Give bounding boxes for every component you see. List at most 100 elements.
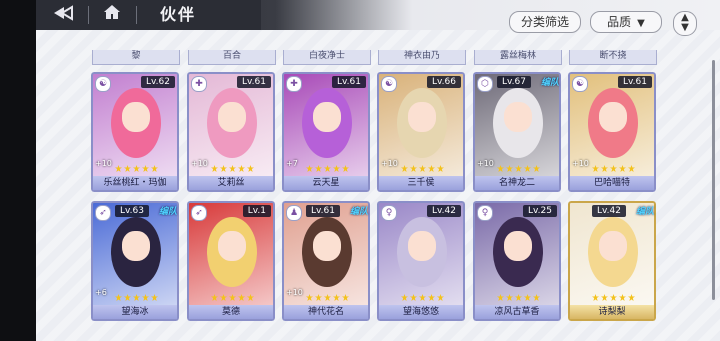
star-icon bbox=[211, 165, 218, 172]
star-rating bbox=[115, 165, 173, 172]
star-icon bbox=[315, 294, 322, 301]
partner-card[interactable]: ✚ Lv.61 +10 艾莉丝 bbox=[187, 72, 275, 192]
partner-card[interactable]: ➶ Lv.1 莫德 bbox=[187, 201, 275, 321]
level-badge: Lv.61 bbox=[237, 76, 271, 88]
star-rating bbox=[211, 165, 269, 172]
home-icon[interactable] bbox=[98, 4, 126, 26]
element-icon: ⬡ bbox=[477, 76, 493, 92]
partner-card[interactable]: ⬡ Lv.67 编队 +10 名神龙二 bbox=[473, 72, 561, 192]
level-badge: Lv.42 bbox=[427, 205, 461, 217]
star-icon bbox=[419, 165, 426, 172]
enhance-level: +10 bbox=[381, 159, 398, 168]
partner-card[interactable]: ☯ Lv.62 +10 乐丝桃红・玛伽 bbox=[91, 72, 179, 192]
star-icon bbox=[342, 294, 349, 301]
enhance-level: +6 bbox=[95, 288, 107, 297]
partner-name: 凉风古草香 bbox=[475, 305, 559, 319]
partner-name: 艾莉丝 bbox=[189, 176, 273, 190]
level-badge: Lv.61 bbox=[306, 205, 340, 217]
scrollbar[interactable] bbox=[712, 60, 715, 300]
partner-card-partial[interactable]: 露丝梅林 bbox=[474, 50, 562, 65]
team-badge: 编队 bbox=[349, 207, 368, 217]
star-rating bbox=[497, 165, 555, 172]
star-icon bbox=[124, 165, 131, 172]
star-rating bbox=[401, 165, 459, 172]
element-icon: ✚ bbox=[286, 76, 302, 92]
element-icon: ☯ bbox=[381, 76, 397, 92]
star-icon bbox=[115, 294, 122, 301]
level-badge: Lv.63 bbox=[115, 205, 149, 217]
partner-card[interactable]: ➶ Lv.63 编队 +6 望海冰 bbox=[91, 201, 179, 321]
quality-label: 品质 bbox=[607, 15, 632, 29]
back-arrow-icon[interactable] bbox=[48, 5, 78, 25]
partner-card-partial[interactable]: 黎 bbox=[92, 50, 180, 65]
enhance-level: +10 bbox=[477, 159, 494, 168]
level-badge: Lv.42 bbox=[592, 205, 626, 217]
star-icon bbox=[410, 294, 417, 301]
partner-name: 乐丝桃红・玛伽 bbox=[93, 176, 177, 190]
element-icon: ✚ bbox=[191, 76, 207, 92]
partner-card[interactable]: ♀ Lv.25 凉风古草香 bbox=[473, 201, 561, 321]
star-rating bbox=[592, 165, 650, 172]
partner-card-partial[interactable]: 白夜净士 bbox=[283, 50, 371, 65]
star-icon bbox=[124, 294, 131, 301]
star-rating bbox=[497, 294, 555, 301]
star-icon bbox=[247, 294, 254, 301]
partner-card-partial[interactable]: 断不挠 bbox=[569, 50, 657, 65]
quality-dropdown[interactable]: 品质 ▼ bbox=[590, 11, 662, 33]
star-icon bbox=[506, 294, 513, 301]
chevron-down-icon: ▼ bbox=[637, 18, 645, 29]
star-rating bbox=[115, 294, 173, 301]
partner-name: 巴哈喵特 bbox=[570, 176, 654, 190]
level-badge: Lv.1 bbox=[242, 205, 271, 217]
star-icon bbox=[437, 294, 444, 301]
partner-card[interactable]: ♟ Lv.61 编队 +10 神代花名 bbox=[282, 201, 370, 321]
partner-card[interactable]: ☯ Lv.61 +10 巴哈喵特 bbox=[568, 72, 656, 192]
star-icon bbox=[524, 165, 531, 172]
star-icon bbox=[515, 165, 522, 172]
partner-card[interactable]: Lv.42 编队 诗梨梨 bbox=[568, 201, 656, 321]
star-icon bbox=[238, 294, 245, 301]
star-icon bbox=[229, 294, 236, 301]
partner-name: 莫德 bbox=[189, 305, 273, 319]
partner-card-partial[interactable]: 百合 bbox=[188, 50, 276, 65]
star-icon bbox=[306, 294, 313, 301]
star-icon bbox=[628, 165, 635, 172]
element-icon: ☯ bbox=[572, 76, 588, 92]
level-badge: Lv.67 bbox=[497, 76, 531, 88]
partner-name: 三千侯 bbox=[379, 176, 463, 190]
star-icon bbox=[247, 165, 254, 172]
star-icon bbox=[133, 165, 140, 172]
element-icon: ☯ bbox=[95, 76, 111, 92]
star-icon bbox=[533, 165, 540, 172]
partner-name: 望海悠悠 bbox=[379, 305, 463, 319]
star-icon bbox=[211, 294, 218, 301]
star-icon bbox=[151, 294, 158, 301]
star-icon bbox=[115, 165, 122, 172]
star-icon bbox=[220, 294, 227, 301]
partner-card[interactable]: ✚ Lv.61 +7 云天星 bbox=[282, 72, 370, 192]
star-icon bbox=[619, 165, 626, 172]
partner-card[interactable]: ☯ Lv.66 +10 三千侯 bbox=[377, 72, 465, 192]
divider bbox=[136, 6, 137, 24]
star-icon bbox=[592, 294, 599, 301]
star-icon bbox=[324, 165, 331, 172]
star-icon bbox=[333, 165, 340, 172]
star-icon bbox=[401, 294, 408, 301]
partner-card-partial[interactable]: 神衣由乃 bbox=[378, 50, 466, 65]
star-icon bbox=[133, 294, 140, 301]
star-icon bbox=[428, 165, 435, 172]
level-badge: Lv.61 bbox=[618, 76, 652, 88]
partner-name: 诗梨梨 bbox=[570, 305, 654, 319]
star-icon bbox=[497, 165, 504, 172]
sort-updown-icon[interactable]: ▲ ▼ bbox=[673, 11, 697, 36]
star-icon bbox=[229, 165, 236, 172]
star-rating bbox=[306, 165, 364, 172]
star-icon bbox=[628, 294, 635, 301]
star-icon bbox=[601, 294, 608, 301]
partner-card[interactable]: ♀ Lv.42 望海悠悠 bbox=[377, 201, 465, 321]
level-badge: Lv.66 bbox=[427, 76, 461, 88]
star-icon bbox=[151, 165, 158, 172]
star-icon bbox=[315, 165, 322, 172]
filter-button[interactable]: 分类筛选 bbox=[509, 11, 581, 33]
star-icon bbox=[515, 294, 522, 301]
